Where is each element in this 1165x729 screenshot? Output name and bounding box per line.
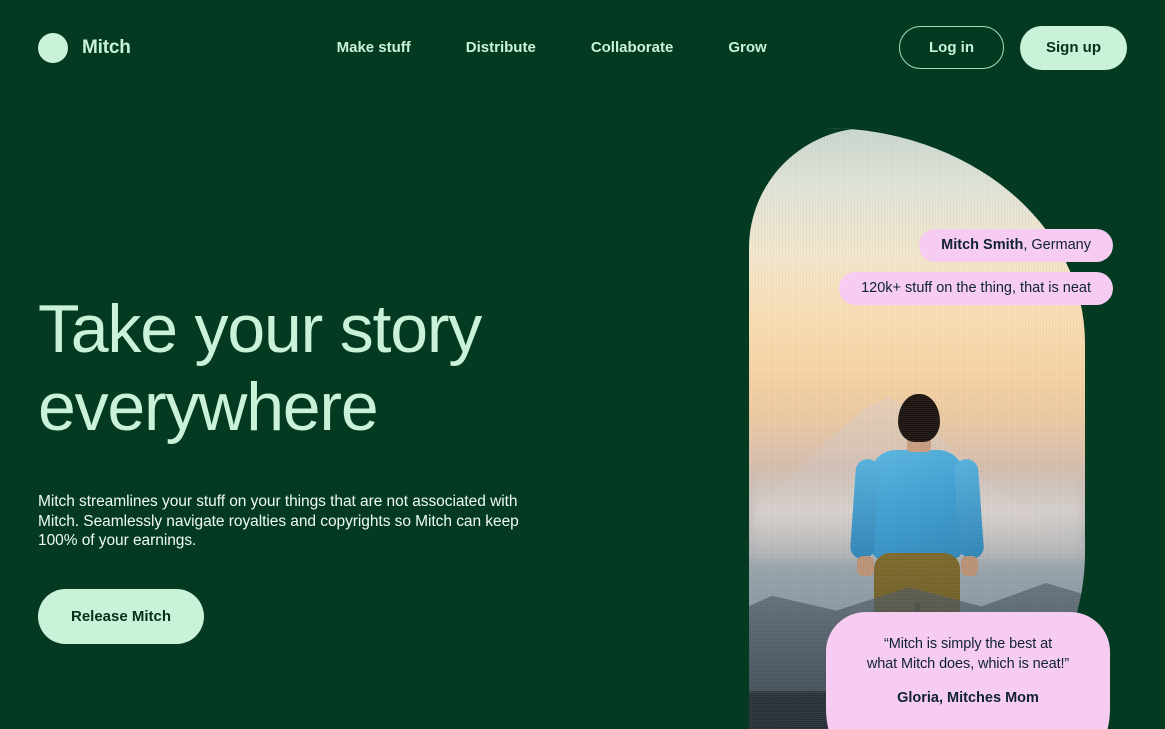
brand-logo[interactable]: Mitch [38,32,131,63]
testimonial-name-bubble: Mitch Smith, Germany [919,229,1113,262]
nav-link-grow[interactable]: Grow [728,31,766,64]
person-torso [870,449,964,560]
testimonial-card: “Mitch is simply the best at what Mitch … [826,612,1110,729]
stat-bubble: 120k+ stuff on the thing, that is neat [839,272,1113,305]
circle-icon [38,32,68,63]
person-hand-left [857,556,874,577]
login-button[interactable]: Log in [899,26,1004,69]
testimonial-quote-line-1: “Mitch is simply the best at [883,636,1053,652]
hero-description: Mitch streamlines your stuff on your thi… [38,493,519,549]
hero-copy: Take your story everywhere Mitch streaml… [38,290,638,644]
person-head [897,393,940,442]
release-mitch-button[interactable]: Release Mitch [38,588,205,644]
nav-actions: Log in Sign up [899,25,1127,70]
top-navigation-bar: Mitch Make stuff Distribute Collaborate … [0,0,1165,95]
signup-button[interactable]: Sign up [1020,25,1127,70]
bubble-person-name: Mitch Smith [941,237,1024,254]
brand-name: Mitch [82,36,131,58]
testimonial-quote: “Mitch is simply the best at what Mitch … [840,634,1096,674]
person-hand-right [961,556,978,577]
nav-link-collaborate[interactable]: Collaborate [591,31,674,64]
page-title: Take your story everywhere [38,291,482,445]
bubble-person-location: , Germany [1023,237,1091,254]
testimonial-quote-line-2: what Mitch does, which is neat!” [866,656,1070,672]
primary-nav: Make stuff Distribute Collaborate Grow [337,31,767,64]
stat-bubble-text: 120k+ stuff on the thing, that is neat [861,280,1091,297]
nav-link-make-stuff[interactable]: Make stuff [337,31,411,64]
nav-link-distribute[interactable]: Distribute [466,31,536,64]
testimonial-author: Gloria, Mitches Mom [897,690,1039,706]
